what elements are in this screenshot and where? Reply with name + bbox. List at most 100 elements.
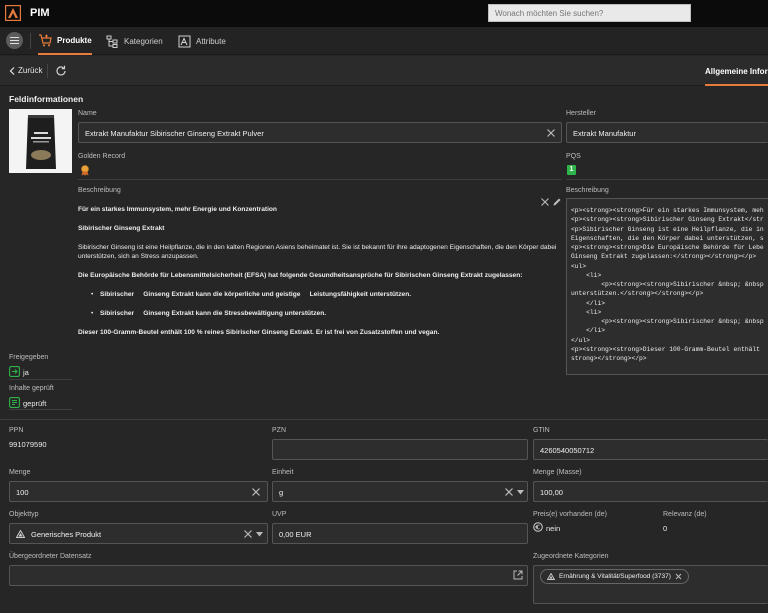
relevanz-label: Relevanz (de) <box>663 511 707 518</box>
description-efsa: Die Europäische Behörde für Lebensmittel… <box>78 271 523 279</box>
action-divider <box>47 64 48 78</box>
parent-record-field[interactable] <box>9 565 528 586</box>
uvp-value: 0,00 EUR <box>279 530 312 539</box>
manufacturer-label: Hersteller <box>566 110 596 117</box>
description-html-editor[interactable]: <p><strong><strong>Für ein starkes Immun… <box>566 198 768 375</box>
html-line: </ul> <box>571 336 590 344</box>
tab-allgemeine-informationen[interactable]: Allgemeine Informationen <box>705 56 768 86</box>
remove-chip-icon[interactable] <box>675 573 682 580</box>
relevanz-value: 0 <box>663 524 668 533</box>
description-footer: Dieser 100-Gramm-Beutel enthält 100 % re… <box>78 328 440 336</box>
html-line: </li> <box>571 327 606 335</box>
objekttyp-value: Generisches Produkt <box>31 530 102 539</box>
menge-value: 100 <box>16 488 29 497</box>
price-coin-icon <box>533 522 543 532</box>
main-nav: Produkte Kategorien Attribute <box>0 27 768 55</box>
checked-document-icon <box>9 397 20 408</box>
search-input[interactable] <box>488 4 691 22</box>
product-image[interactable] <box>9 109 72 173</box>
clear-icon[interactable] <box>250 486 262 498</box>
html-line: unterstützen.</strong></strong></p> <box>571 290 704 298</box>
object-type-icon <box>16 530 25 538</box>
uvp-field[interactable]: 0,00 EUR <box>272 523 528 544</box>
einheit-select[interactable]: g <box>272 481 528 502</box>
pzn-label: PZN <box>272 427 286 434</box>
name-field[interactable]: Extrakt Manufaktur Sibirischer Ginseng E… <box>78 122 562 143</box>
action-bar: Zurück Allgemeine Informationen <box>0 56 768 86</box>
open-external-icon[interactable] <box>513 570 523 580</box>
release-icon <box>9 366 20 377</box>
pqs-label: PQS <box>566 153 581 160</box>
tab-produkte-label: Produkte <box>57 35 92 45</box>
html-line: <p><strong><strong>Die Europäische Behör… <box>571 244 764 251</box>
hierarchy-icon <box>106 35 118 48</box>
clear-icon[interactable] <box>545 127 557 139</box>
html-line: <p>Sibirischer Ginseng ist eine Heilpfla… <box>571 225 764 233</box>
description-label: Beschreibung <box>78 187 121 194</box>
menu-toggle-button[interactable] <box>6 32 23 49</box>
menge-masse-label: Menge (Masse) <box>533 469 582 476</box>
inhalte-divider <box>9 409 72 410</box>
uvp-label: UVP <box>272 511 287 518</box>
cart-icon <box>39 33 52 46</box>
manufacturer-field[interactable]: Extrakt Manufaktur <box>566 122 768 143</box>
description-bullet: Sibirischer Ginseng Extrakt kann die kör… <box>100 290 412 298</box>
freigegeben-label: Freigegeben <box>9 354 49 361</box>
html-line: <p><strong><strong>Sibirischer Ginseng E… <box>571 216 764 224</box>
clear-icon[interactable] <box>503 486 515 498</box>
name-value: Extrakt Manufaktur Sibirischer Ginseng E… <box>85 129 264 138</box>
category-type-icon <box>547 573 555 580</box>
menge-label: Menge <box>9 469 31 476</box>
refresh-icon[interactable] <box>55 65 67 77</box>
ppn-label: PPN <box>9 427 24 434</box>
category-chip-label: Ernährung & Vitalität/Superfood (3737) <box>559 573 671 580</box>
manufacturer-value: Extrakt Manufaktur <box>573 129 636 138</box>
menge-masse-field[interactable]: 100,00 <box>533 481 768 502</box>
menge-field[interactable]: 100 <box>9 481 268 502</box>
description-subheading: Sibirischer Ginseng Extrakt <box>78 224 165 232</box>
pqs-badge: 1 <box>567 165 576 175</box>
ppn-value: 991079590 <box>9 440 47 449</box>
objekttyp-select[interactable]: Generisches Produkt <box>9 523 268 544</box>
category-chip[interactable]: Ernährung & Vitalität/Superfood (3737) <box>540 569 689 584</box>
inhalte-label: Inhalte geprüft <box>9 385 54 392</box>
dropdown-arrow-icon[interactable] <box>256 532 263 537</box>
top-bar: PIM <box>0 0 768 27</box>
pqs-divider <box>566 179 768 180</box>
dropdown-arrow-icon[interactable] <box>517 490 524 495</box>
description-bullet-list: Sibirischer Ginseng Extrakt kann die kör… <box>91 290 558 319</box>
golden-record-icon <box>81 165 89 176</box>
html-line: </li> <box>571 299 606 307</box>
tab-attribute-label: Attribute <box>196 36 226 46</box>
html-line: <p><strong><strong>Dieser 100-Gramm-Beut… <box>571 345 764 353</box>
clear-icon[interactable] <box>242 528 254 540</box>
description-html-label: Beschreibung <box>566 187 609 194</box>
freigegeben-value: ja <box>23 368 29 377</box>
section-title: Feldinformationen <box>9 94 84 104</box>
html-line: <li> <box>571 308 602 316</box>
description-paragraph: Sibirischer Ginseng ist eine Heilpflanze… <box>78 243 557 260</box>
html-line: Eigenschaften, die den Körper dabei unte… <box>571 234 764 242</box>
tab-attribute[interactable]: Attribute <box>178 27 226 55</box>
gtin-label: GTIN <box>533 427 550 434</box>
pzn-field[interactable] <box>272 439 528 460</box>
html-line: <p><strong><strong>Sibirischer &nbsp; &n… <box>601 281 764 288</box>
golden-divider <box>78 179 562 180</box>
product-bag-image <box>26 115 56 169</box>
description-content: Für ein starkes Immunsystem, mehr Energi… <box>78 206 558 348</box>
back-label: Zurück <box>18 66 43 75</box>
objekttyp-label: Objekttyp <box>9 511 39 518</box>
app-logo-icon[interactable] <box>5 5 21 21</box>
gtin-field[interactable]: 4260540050712 <box>533 439 768 460</box>
einheit-value: g <box>279 488 284 497</box>
tab-kategorien-label: Kategorien <box>124 36 163 46</box>
description-heading: Für ein starkes Immunsystem, mehr Energi… <box>78 206 277 213</box>
name-label: Name <box>78 110 97 117</box>
preis-label: Preis(e) vorhanden (de) <box>533 511 607 518</box>
tab-kategorien[interactable]: Kategorien <box>106 27 163 55</box>
attribute-icon <box>178 35 191 47</box>
tab-produkte[interactable]: Produkte <box>38 27 92 55</box>
back-button[interactable]: Zurück <box>9 66 42 75</box>
html-line: <p><strong><strong>Sibirischer &nbsp; &n… <box>601 318 764 325</box>
html-line: strong></strong></p> <box>571 355 647 362</box>
